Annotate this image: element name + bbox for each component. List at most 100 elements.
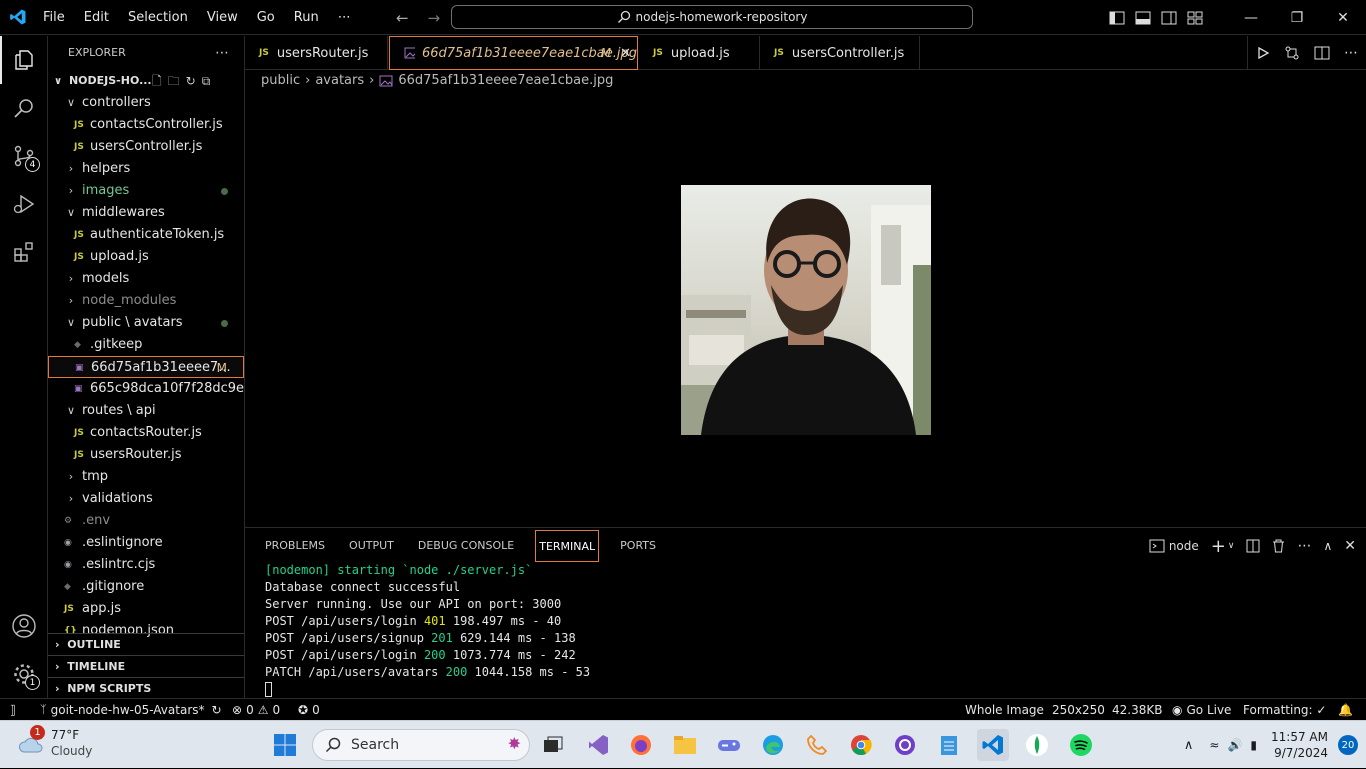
tree-item[interactable]: JS contactsRouter.js xyxy=(48,422,244,444)
tree-item[interactable]: JS usersController.js xyxy=(48,136,244,158)
tab-problems[interactable]: PROBLEMS xyxy=(253,528,337,564)
menu-more[interactable]: ⋯ xyxy=(329,0,361,35)
spotify-icon[interactable] xyxy=(1065,729,1097,761)
tree-item[interactable]: JS app.js xyxy=(48,598,244,620)
tab-debug-console[interactable]: DEBUG CONSOLE xyxy=(406,528,526,564)
tab-avatar-image[interactable]: 66d75af1b31eeee7eae1cbae.jpg M ✕ xyxy=(389,36,638,70)
remote-indicator[interactable]: ⟧ xyxy=(10,699,16,721)
task-view-icon[interactable] xyxy=(537,729,569,761)
maximize-panel-icon[interactable]: ∧ xyxy=(1323,539,1332,553)
refresh-icon[interactable]: ↻ xyxy=(186,70,196,92)
menu-go[interactable]: Go xyxy=(248,0,285,35)
tree-item[interactable]: ∨ routes \ api xyxy=(48,400,244,422)
kill-terminal-icon[interactable] xyxy=(1272,539,1285,553)
tree-item[interactable]: JS usersRouter.js xyxy=(48,444,244,466)
start-button[interactable] xyxy=(269,729,301,761)
breadcrumb-file[interactable]: 66d75af1b31eeee7eae1cbae.jpg xyxy=(398,73,613,88)
terminal-output[interactable]: [nodemon] starting `node ./server.js` Dat… xyxy=(265,562,590,698)
minimize-button[interactable]: — xyxy=(1228,0,1274,35)
split-editor-icon[interactable] xyxy=(1314,46,1330,60)
tree-item[interactable]: › node_modules xyxy=(48,290,244,312)
tree-item[interactable]: ▣ 66d75af1b31eeee7... M xyxy=(48,356,244,378)
accounts-activity-icon[interactable] xyxy=(0,602,48,650)
tree-item[interactable]: › validations xyxy=(48,488,244,510)
close-panel-icon[interactable]: ✕ xyxy=(1344,538,1356,554)
tree-item[interactable]: ◉ .eslintrc.cjs xyxy=(48,554,244,576)
open-changes-icon[interactable] xyxy=(1284,45,1300,61)
collapse-all-icon[interactable]: ⧉ xyxy=(202,70,211,92)
tree-item[interactable]: JS upload.js xyxy=(48,246,244,268)
tree-item[interactable]: JS contactsController.js xyxy=(48,114,244,136)
problems-indicator[interactable]: ⊗ 0 ⚠ 0 xyxy=(232,699,280,721)
menu-selection[interactable]: Selection xyxy=(119,0,198,35)
tree-item[interactable]: ⚙ .env xyxy=(48,510,244,532)
phone-app-icon[interactable] xyxy=(801,729,833,761)
new-folder-icon[interactable]: 🗀 xyxy=(168,70,180,92)
search-activity-icon[interactable] xyxy=(0,84,48,132)
breadcrumb-avatars[interactable]: avatars xyxy=(315,73,364,88)
close-tab-icon[interactable]: ✕ xyxy=(620,46,631,61)
go-live-button[interactable]: ◉ Go Live xyxy=(1172,699,1231,721)
zoom-indicator[interactable]: Whole Image xyxy=(965,699,1044,721)
wifi-icon[interactable]: ≈ xyxy=(1209,738,1219,752)
customize-layout-icon[interactable] xyxy=(1182,0,1208,35)
firefox-icon[interactable] xyxy=(625,729,657,761)
game-controller-icon[interactable] xyxy=(713,729,745,761)
mongodb-compass-icon[interactable] xyxy=(1021,729,1053,761)
tree-item[interactable]: ▣ 665c98dca10f7f28dc9eb... xyxy=(48,378,244,400)
taskbar-search[interactable]: Search ✸ xyxy=(312,729,530,761)
menu-edit[interactable]: Edit xyxy=(75,0,119,35)
tab-ports[interactable]: PORTS xyxy=(608,528,668,564)
github-desktop-icon[interactable] xyxy=(889,729,921,761)
manage-gear-activity-icon[interactable]: 1 xyxy=(0,650,48,698)
tab-output[interactable]: OUTPUT xyxy=(337,528,406,564)
forward-arrow-icon[interactable]: → xyxy=(428,9,441,27)
branch-indicator[interactable]: ᛉ goit-node-hw-05-Avatars* ↻ xyxy=(40,699,222,721)
tree-item[interactable]: › tmp xyxy=(48,466,244,488)
toggle-secondary-sidebar-icon[interactable] xyxy=(1156,0,1182,35)
weather-widget[interactable]: 1 77°F Cloudy xyxy=(18,725,92,759)
close-window-button[interactable]: ✕ xyxy=(1320,0,1366,35)
tab-users-router[interactable]: JS usersRouter.js xyxy=(245,36,388,70)
restore-button[interactable]: ❐ xyxy=(1274,0,1320,35)
tree-item[interactable]: ◆ .gitignore xyxy=(48,576,244,598)
outline-section[interactable]: › OUTLINE xyxy=(48,633,244,655)
tree-item[interactable]: ∨ controllers xyxy=(48,92,244,114)
toggle-primary-sidebar-icon[interactable] xyxy=(1104,0,1130,35)
tree-item[interactable]: ◉ .eslintignore xyxy=(48,532,244,554)
tree-item[interactable]: › helpers xyxy=(48,158,244,180)
vscode-taskbar-icon[interactable] xyxy=(977,729,1009,761)
editor-more-icon[interactable]: ⋯ xyxy=(1344,45,1358,61)
notifications-bell[interactable]: 🔔 xyxy=(1338,699,1353,721)
visual-studio-icon[interactable] xyxy=(582,729,614,761)
menu-file[interactable]: File xyxy=(34,0,75,35)
breadcrumb-public[interactable]: public xyxy=(261,73,300,88)
run-debug-activity-icon[interactable] xyxy=(0,180,48,228)
tree-item[interactable]: ∨ middlewares xyxy=(48,202,244,224)
explorer-activity-icon[interactable] xyxy=(0,36,48,84)
command-center-search[interactable]: nodejs-homework-repository xyxy=(451,5,973,29)
edge-icon[interactable] xyxy=(757,729,789,761)
toggle-panel-icon[interactable] xyxy=(1130,0,1156,35)
clock[interactable]: 11:57 AM 9/7/2024 xyxy=(1271,729,1328,761)
source-control-activity-icon[interactable]: 4 xyxy=(0,132,48,180)
chevron-up-icon[interactable]: ∧ xyxy=(1184,738,1194,753)
chevron-down-icon[interactable]: ∨ xyxy=(1228,541,1235,551)
terminal-shell-selector[interactable]: node xyxy=(1149,539,1199,553)
tree-item[interactable]: › models xyxy=(48,268,244,290)
notepad-icon[interactable] xyxy=(933,729,965,761)
file-explorer-icon[interactable] xyxy=(669,729,701,761)
panel-more-icon[interactable]: ⋯ xyxy=(1297,538,1311,554)
battery-icon[interactable]: ▮ xyxy=(1250,738,1257,752)
chrome-icon[interactable] xyxy=(845,729,877,761)
tree-item[interactable]: ◆ .gitkeep xyxy=(48,334,244,356)
tab-users-controller[interactable]: JS usersController.js xyxy=(760,36,920,70)
formatting-indicator[interactable]: Formatting: ✓ xyxy=(1243,699,1326,721)
tree-item[interactable]: ∨ public \ avatars xyxy=(48,312,244,334)
split-terminal-icon[interactable] xyxy=(1246,539,1260,553)
menu-view[interactable]: View xyxy=(198,0,248,35)
back-arrow-icon[interactable]: ← xyxy=(396,9,409,27)
workspace-root[interactable]: ∨ NODEJS-HO... 🗋 🗀 ↻ ⧉ xyxy=(48,70,244,92)
new-file-icon[interactable]: 🗋 xyxy=(152,70,162,92)
more-actions-icon[interactable]: ⋯ xyxy=(215,36,230,70)
